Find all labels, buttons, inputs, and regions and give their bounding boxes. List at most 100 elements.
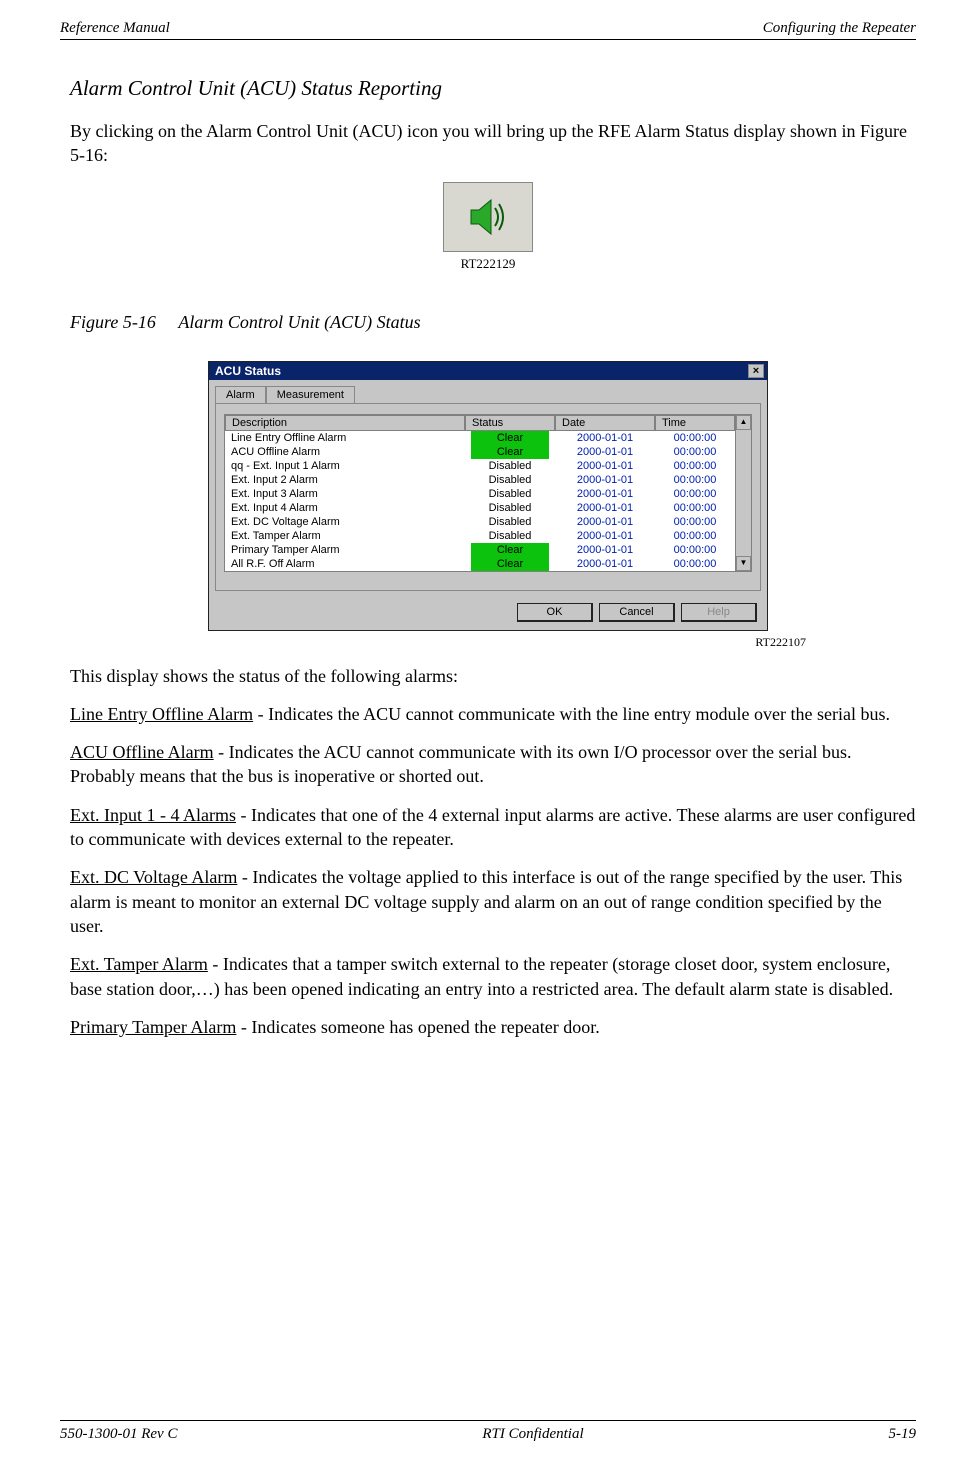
cell-time: 00:00:00 <box>655 445 735 459</box>
footer-center: RTI Confidential <box>482 1426 583 1443</box>
col-time[interactable]: Time <box>655 415 735 431</box>
footer-right: 5-19 <box>888 1426 916 1443</box>
dialog-titlebar[interactable]: ACU Status × <box>209 362 767 380</box>
cell-time: 00:00:00 <box>655 473 735 487</box>
cell-date: 2000-01-01 <box>555 515 655 529</box>
page-footer: 550-1300-01 Rev C RTI Confidential 5-19 <box>60 1426 916 1443</box>
header-rule <box>60 39 916 40</box>
alarm-definition: Ext. DC Voltage Alarm - Indicates the vo… <box>70 865 916 938</box>
ok-button[interactable]: OK <box>517 603 593 622</box>
scroll-up-icon[interactable]: ▲ <box>736 415 751 430</box>
cell-status: Disabled <box>465 473 555 487</box>
table-row[interactable]: ACU Offline AlarmClear2000-01-0100:00:00 <box>225 445 735 459</box>
alarm-name: Primary Tamper Alarm <box>70 1017 236 1037</box>
dialog-title: ACU Status <box>215 364 281 378</box>
speaker-icon <box>465 194 511 240</box>
cell-date: 2000-01-01 <box>555 557 655 571</box>
cell-date: 2000-01-01 <box>555 487 655 501</box>
cell-description: Primary Tamper Alarm <box>225 543 465 557</box>
icon-id: RT222129 <box>60 256 916 272</box>
header-right: Configuring the Repeater <box>763 20 916 37</box>
tab-panel: Description Status Date Time Line Entry … <box>215 403 761 591</box>
vertical-scrollbar[interactable]: ▲ ▼ <box>735 415 751 571</box>
table-row[interactable]: All R.F. Off AlarmClear2000-01-0100:00:0… <box>225 557 735 571</box>
cell-status: Disabled <box>465 459 555 473</box>
cell-status: Clear <box>465 431 555 445</box>
figure-number: Figure 5-16 <box>70 312 156 332</box>
alarm-definition: Line Entry Offline Alarm - Indicates the… <box>70 702 916 726</box>
cell-status: Disabled <box>465 529 555 543</box>
cell-time: 00:00:00 <box>655 487 735 501</box>
cell-date: 2000-01-01 <box>555 459 655 473</box>
cell-status: Clear <box>465 543 555 557</box>
cell-description: Ext. Input 3 Alarm <box>225 487 465 501</box>
table-row[interactable]: Primary Tamper AlarmClear2000-01-0100:00… <box>225 543 735 557</box>
cell-time: 00:00:00 <box>655 557 735 571</box>
cell-date: 2000-01-01 <box>555 473 655 487</box>
cell-status: Disabled <box>465 515 555 529</box>
col-description[interactable]: Description <box>225 415 465 431</box>
table-header: Description Status Date Time <box>225 415 735 431</box>
alarm-description: - Indicates the ACU cannot communicate w… <box>253 704 890 724</box>
table-row[interactable]: Ext. Input 4 AlarmDisabled2000-01-0100:0… <box>225 501 735 515</box>
cell-description: All R.F. Off Alarm <box>225 557 465 571</box>
table-row[interactable]: Ext. Tamper AlarmDisabled2000-01-0100:00… <box>225 529 735 543</box>
dialog-image-id: RT222107 <box>60 635 806 650</box>
dialog-button-row: OK Cancel Help <box>209 597 767 630</box>
cell-description: Ext. Input 2 Alarm <box>225 473 465 487</box>
help-button[interactable]: Help <box>681 603 757 622</box>
footer-left: 550-1300-01 Rev C <box>60 1426 177 1443</box>
alarm-definition: Primary Tamper Alarm - Indicates someone… <box>70 1015 916 1039</box>
alarm-definition: Ext. Tamper Alarm - Indicates that a tam… <box>70 952 916 1001</box>
alarm-definition: ACU Offline Alarm - Indicates the ACU ca… <box>70 740 916 789</box>
col-date[interactable]: Date <box>555 415 655 431</box>
after-dialog-paragraph: This display shows the status of the fol… <box>70 664 916 688</box>
intro-paragraph: By clicking on the Alarm Control Unit (A… <box>70 119 916 168</box>
table-row[interactable]: Ext. Input 3 AlarmDisabled2000-01-0100:0… <box>225 487 735 501</box>
cell-status: Clear <box>465 557 555 571</box>
cell-status: Disabled <box>465 501 555 515</box>
cancel-button[interactable]: Cancel <box>599 603 675 622</box>
table-row[interactable]: Ext. DC Voltage AlarmDisabled2000-01-010… <box>225 515 735 529</box>
cell-description: qq - Ext. Input 1 Alarm <box>225 459 465 473</box>
alarm-table: Description Status Date Time Line Entry … <box>224 414 752 572</box>
table-row[interactable]: qq - Ext. Input 1 AlarmDisabled2000-01-0… <box>225 459 735 473</box>
tab-measurement[interactable]: Measurement <box>266 386 355 403</box>
close-icon[interactable]: × <box>748 364 764 378</box>
alarm-name: Ext. Input 1 - 4 Alarms <box>70 805 236 825</box>
cell-description: Line Entry Offline Alarm <box>225 431 465 445</box>
alarm-name: Ext. DC Voltage Alarm <box>70 867 237 887</box>
header-left: Reference Manual <box>60 20 170 37</box>
page-header: Reference Manual Configuring the Repeate… <box>60 20 916 37</box>
cell-time: 00:00:00 <box>655 501 735 515</box>
figure-label: Figure 5-16 Alarm Control Unit (ACU) Sta… <box>70 312 916 333</box>
cell-date: 2000-01-01 <box>555 501 655 515</box>
cell-date: 2000-01-01 <box>555 445 655 459</box>
cell-time: 00:00:00 <box>655 431 735 445</box>
cell-description: ACU Offline Alarm <box>225 445 465 459</box>
scroll-down-icon[interactable]: ▼ <box>736 556 751 571</box>
cell-status: Disabled <box>465 487 555 501</box>
table-row[interactable]: Line Entry Offline AlarmClear2000-01-010… <box>225 431 735 445</box>
acu-status-dialog: ACU Status × Alarm Measurement Descripti… <box>208 361 768 631</box>
alarm-name: Line Entry Offline Alarm <box>70 704 253 724</box>
acu-icon[interactable] <box>443 182 533 252</box>
cell-date: 2000-01-01 <box>555 431 655 445</box>
cell-status: Clear <box>465 445 555 459</box>
tab-alarm[interactable]: Alarm <box>215 386 266 403</box>
alarm-description: - Indicates someone has opened the repea… <box>236 1017 599 1037</box>
cell-time: 00:00:00 <box>655 543 735 557</box>
cell-description: Ext. Input 4 Alarm <box>225 501 465 515</box>
table-row[interactable]: Ext. Input 2 AlarmDisabled2000-01-0100:0… <box>225 473 735 487</box>
cell-date: 2000-01-01 <box>555 529 655 543</box>
alarm-name: Ext. Tamper Alarm <box>70 954 208 974</box>
alarm-name: ACU Offline Alarm <box>70 742 214 762</box>
col-status[interactable]: Status <box>465 415 555 431</box>
cell-description: Ext. DC Voltage Alarm <box>225 515 465 529</box>
section-title: Alarm Control Unit (ACU) Status Reportin… <box>70 76 916 101</box>
cell-date: 2000-01-01 <box>555 543 655 557</box>
alarm-definition: Ext. Input 1 - 4 Alarms - Indicates that… <box>70 803 916 852</box>
cell-time: 00:00:00 <box>655 515 735 529</box>
figure-title: Alarm Control Unit (ACU) Status <box>178 312 420 332</box>
cell-time: 00:00:00 <box>655 459 735 473</box>
